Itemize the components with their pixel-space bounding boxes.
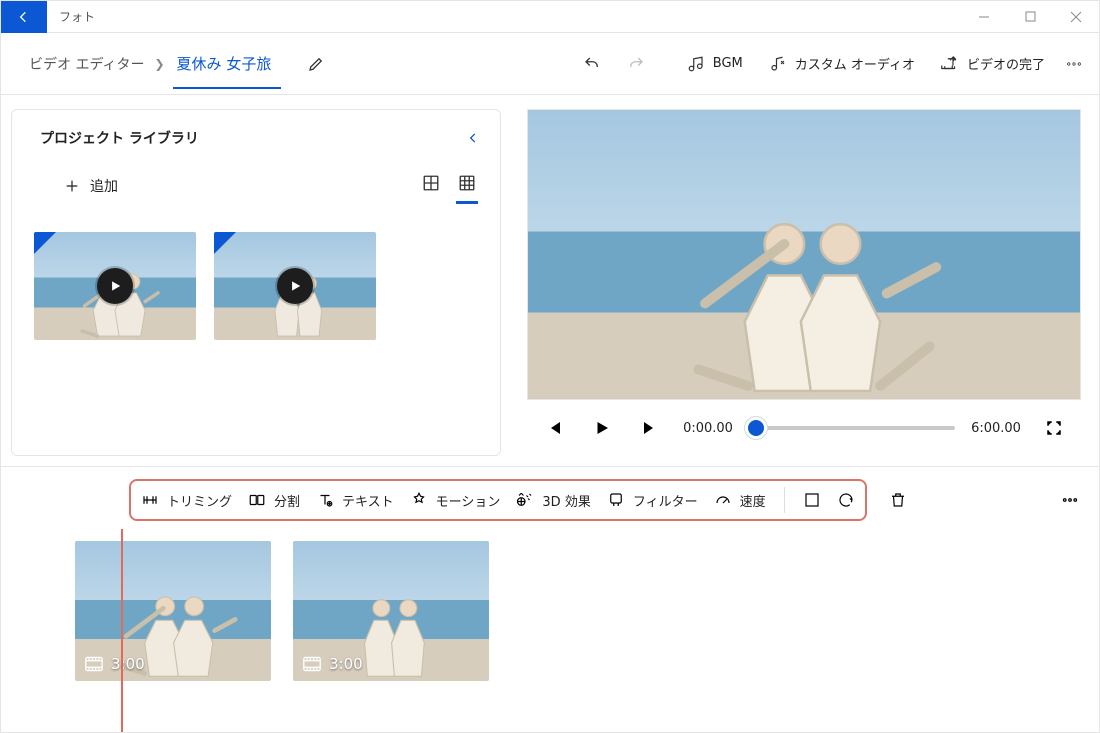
storyboard[interactable]: 3:00 3:00 bbox=[15, 521, 1085, 681]
text-button[interactable]: テキスト bbox=[316, 491, 394, 510]
3d-effects-button[interactable]: 3D 効果 bbox=[516, 491, 590, 510]
add-media-button[interactable]: 追加 bbox=[64, 176, 118, 196]
library-thumb[interactable] bbox=[214, 232, 376, 340]
used-indicator-icon bbox=[214, 232, 236, 254]
library-thumb[interactable] bbox=[34, 232, 196, 340]
fullscreen-button[interactable] bbox=[1037, 411, 1071, 445]
prev-frame-button[interactable] bbox=[537, 411, 571, 445]
top-bar: ビデオ エディター ❯ 夏休み 女子旅 BGM カスタム オーディオ bbox=[1, 33, 1099, 95]
resize-button[interactable] bbox=[803, 491, 821, 509]
filter-button[interactable]: フィルター bbox=[607, 491, 698, 510]
annotation-leader bbox=[121, 529, 123, 733]
speed-button[interactable]: 速度 bbox=[714, 491, 766, 510]
play-button[interactable] bbox=[585, 411, 619, 445]
view-grid-small-button[interactable] bbox=[458, 170, 476, 202]
storyboard-clip[interactable]: 3:00 bbox=[75, 541, 271, 681]
delete-clip-button[interactable] bbox=[889, 491, 907, 509]
preview-video[interactable] bbox=[527, 109, 1081, 400]
total-time: 6:00.00 bbox=[969, 421, 1023, 436]
next-frame-button[interactable] bbox=[633, 411, 667, 445]
breadcrumb-project[interactable]: 夏休み 女子旅 bbox=[165, 53, 276, 74]
finish-video-button[interactable]: ビデオの完了 bbox=[929, 46, 1057, 81]
trim-button[interactable]: トリミング bbox=[141, 491, 232, 510]
view-grid-large-button[interactable] bbox=[422, 170, 440, 202]
undo-button[interactable] bbox=[571, 47, 613, 81]
storyboard-clip[interactable]: 3:00 bbox=[293, 541, 489, 681]
motion-button[interactable]: モーション bbox=[410, 491, 501, 510]
app-title: フォト bbox=[47, 8, 95, 25]
clip-toolbar: トリミング 分割 テキスト モーション 3D 効果 フィルター 速度 bbox=[129, 479, 867, 521]
split-button[interactable]: 分割 bbox=[248, 491, 300, 510]
editor-panel: トリミング 分割 テキスト モーション 3D 効果 フィルター 速度 3:0 bbox=[1, 466, 1099, 732]
chevron-right-icon: ❯ bbox=[154, 57, 164, 71]
library-title: プロジェクト ライブラリ bbox=[40, 128, 199, 148]
clip-duration: 3:00 bbox=[303, 655, 363, 673]
window-minimize-button[interactable] bbox=[961, 1, 1007, 33]
clip-duration: 3:00 bbox=[85, 655, 145, 673]
storyboard-more-button[interactable] bbox=[1061, 491, 1085, 509]
play-icon bbox=[97, 268, 133, 304]
preview-panel: 0:00.00 6:00.00 bbox=[501, 95, 1099, 466]
bgm-button[interactable]: BGM bbox=[675, 47, 755, 81]
title-bar: フォト bbox=[1, 1, 1099, 33]
rotate-button[interactable] bbox=[837, 491, 855, 509]
breadcrumb-root[interactable]: ビデオ エディター bbox=[19, 54, 154, 74]
window-close-button[interactable] bbox=[1053, 1, 1099, 33]
custom-audio-button[interactable]: カスタム オーディオ bbox=[757, 46, 927, 81]
current-time: 0:00.00 bbox=[681, 421, 735, 436]
back-button[interactable] bbox=[1, 1, 47, 33]
seek-slider[interactable] bbox=[749, 419, 955, 437]
used-indicator-icon bbox=[34, 232, 56, 254]
redo-button[interactable] bbox=[615, 47, 657, 81]
play-icon bbox=[277, 268, 313, 304]
rename-button[interactable] bbox=[301, 49, 331, 79]
library-card: プロジェクト ライブラリ 追加 bbox=[11, 109, 501, 456]
more-button[interactable] bbox=[1059, 47, 1089, 81]
window-maximize-button[interactable] bbox=[1007, 1, 1053, 33]
collapse-library-button[interactable] bbox=[466, 131, 480, 145]
